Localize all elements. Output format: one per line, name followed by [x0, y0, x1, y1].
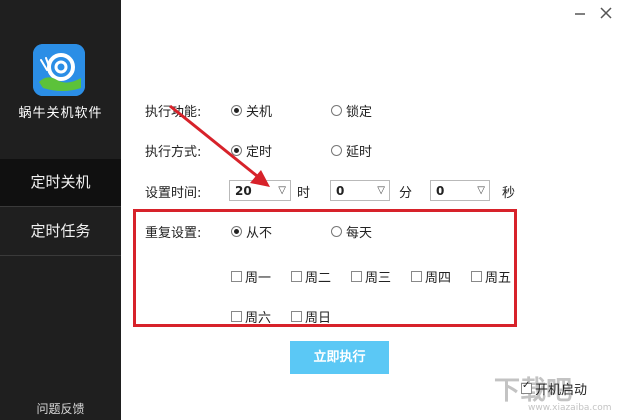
checkbox-start-on-boot[interactable]: 开机启动	[521, 379, 587, 398]
checkbox-box	[521, 380, 532, 394]
watermark-url: www.xiazaiba.com	[528, 403, 612, 413]
execute-now-button[interactable]: 立即执行	[290, 341, 389, 374]
checkbox-label: 开机启动	[535, 383, 588, 398]
